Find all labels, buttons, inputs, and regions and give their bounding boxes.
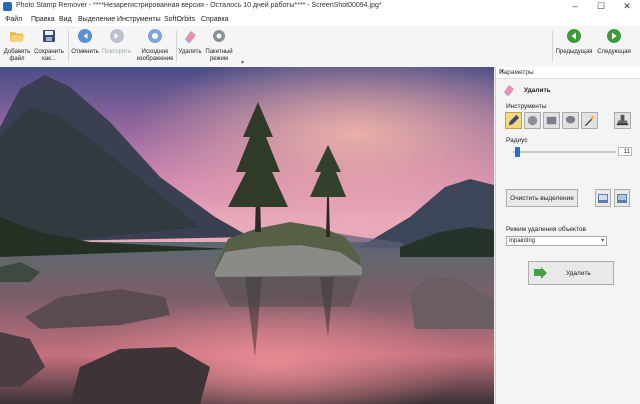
previous-label: Предыдущая (555, 49, 593, 55)
panel-close-icon[interactable]: ✕ (499, 68, 637, 76)
load-mask-button[interactable] (595, 189, 611, 207)
next-button[interactable]: Следующая (595, 28, 633, 56)
mode-label: Режим удаления объектов (506, 226, 586, 233)
landscape-photo (0, 67, 494, 404)
mode-select[interactable]: Inpainting ▾ (506, 236, 607, 246)
add-file-button[interactable]: Добавить файл (2, 28, 32, 63)
lasso-icon (565, 115, 576, 124)
original-image-icon (148, 29, 162, 43)
batch-mode-button[interactable]: Пакетный режим (204, 28, 234, 63)
image-save-icon (617, 194, 627, 203)
next-label: Следующая (597, 49, 631, 55)
image-canvas[interactable] (0, 67, 494, 404)
rect-select-icon (546, 116, 557, 125)
previous-button[interactable]: Предыдущая (553, 28, 595, 56)
image-load-icon (598, 194, 608, 203)
mode-select-value: Inpainting (509, 238, 536, 244)
radius-slider-track[interactable] (513, 151, 616, 153)
menu-bar: Файл Правка Вид Выделение Инструменты So… (0, 13, 640, 26)
arrow-right-icon (534, 267, 547, 279)
title-bar: Photo Stamp Remover - ****Незарегистриро… (0, 0, 640, 13)
panel-header: Параметры ✕ (496, 67, 640, 79)
original-image-button[interactable]: Исходное изображение (134, 28, 176, 63)
section-title: Удалить (524, 87, 551, 94)
window-title: Photo Stamp Remover - ****Незарегистриро… (16, 2, 382, 9)
radius-value[interactable]: 11 (618, 147, 632, 156)
menu-help[interactable]: Справка (201, 16, 228, 23)
menu-file[interactable]: Файл (5, 16, 22, 23)
save-as-label: Сохранить как... (34, 49, 64, 62)
remove-toolbar-button[interactable]: Удалить (177, 28, 203, 56)
undo-button[interactable]: Отменить (70, 28, 100, 56)
pencil-icon (508, 114, 520, 126)
lasso-tool[interactable] (562, 112, 579, 129)
batch-mode-label: Пакетный режим (205, 49, 233, 62)
magic-wand-tool[interactable] (581, 112, 598, 129)
stamp-icon (616, 114, 629, 126)
radius-slider-thumb[interactable] (514, 147, 520, 157)
undo-icon (78, 29, 92, 43)
pencil-tool[interactable] (505, 112, 522, 129)
menu-edit[interactable]: Правка (31, 16, 55, 23)
toolbar: Добавить файл Сохранить как... Отменить … (0, 26, 640, 68)
redo-icon (109, 29, 124, 43)
save-mask-button[interactable] (614, 189, 630, 207)
radius-label: Радиус (506, 137, 528, 144)
remove-button-label: Удалить (566, 270, 591, 277)
chevron-down-icon: ▾ (600, 238, 604, 244)
toolbar-overflow-icon[interactable]: ▾ (241, 59, 244, 66)
menu-tools[interactable]: Инструменты (117, 16, 161, 23)
tools-label: Инструменты (506, 103, 547, 110)
app-icon (3, 2, 12, 11)
undo-label: Отменить (71, 49, 99, 55)
redo-label: Повторить (101, 49, 132, 55)
gear-icon (213, 30, 225, 42)
eraser-icon (504, 85, 514, 96)
minimize-button[interactable]: – (562, 0, 588, 13)
clear-selection-button[interactable]: Очистить выделение (506, 189, 578, 207)
close-button[interactable]: ✕ (614, 0, 640, 13)
arrow-right-icon (607, 29, 621, 43)
brush-icon (527, 115, 538, 126)
remove-button[interactable]: Удалить (528, 261, 614, 285)
folder-open-icon (10, 32, 25, 42)
eraser-icon (185, 31, 196, 43)
add-file-label: Добавить файл (3, 49, 31, 62)
menu-softorbits[interactable]: SoftOrbits (164, 16, 195, 23)
stamp-tool[interactable] (614, 112, 631, 129)
save-as-button[interactable]: Сохранить как... (33, 28, 65, 63)
magic-wand-icon (584, 114, 596, 127)
rect-select-tool[interactable] (543, 112, 560, 129)
save-icon (43, 30, 55, 42)
brush-tool[interactable] (524, 112, 541, 129)
toolbar-separator (68, 30, 69, 62)
menu-selection[interactable]: Выделение (78, 16, 115, 23)
original-image-label: Исходное изображение (136, 49, 174, 62)
parameters-panel: Параметры ✕ Удалить Инструменты Радиус 1… (495, 67, 640, 404)
redo-button[interactable]: Повторить (100, 28, 133, 56)
maximize-button[interactable]: ☐ (588, 0, 614, 13)
menu-view[interactable]: Вид (59, 16, 72, 23)
remove-toolbar-label: Удалить (178, 49, 202, 55)
arrow-left-icon (567, 29, 581, 43)
